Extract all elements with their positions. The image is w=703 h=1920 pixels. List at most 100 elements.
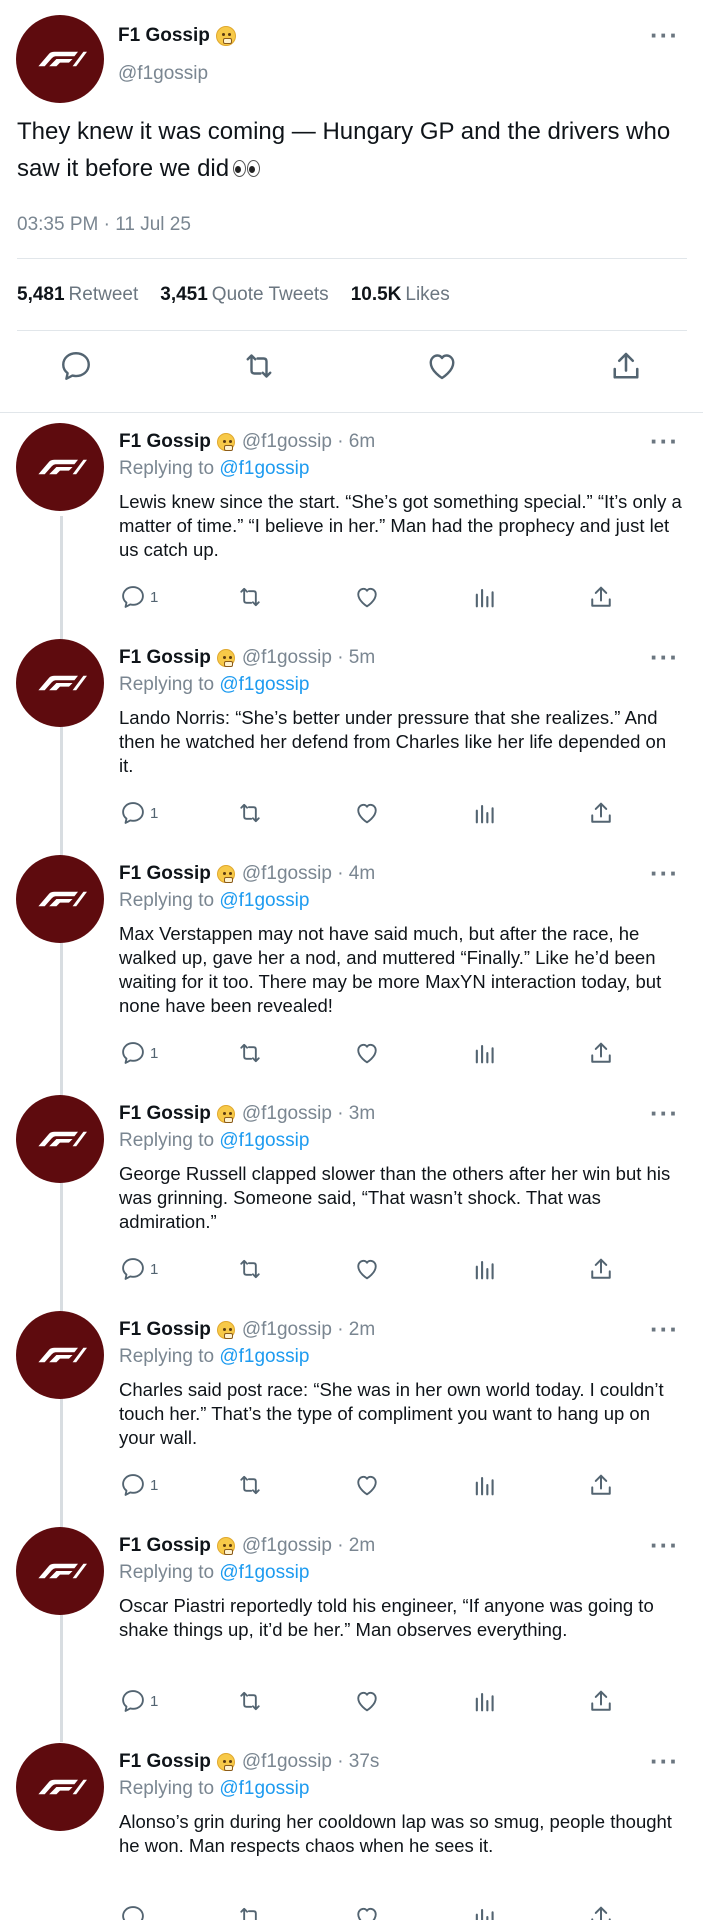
analytics-button[interactable] [471,1902,499,1920]
quote-tweets-stat[interactable]: 3,451 Quote Tweets [160,284,328,306]
more-options-icon[interactable]: ··· [650,1532,679,1558]
author-name[interactable]: F1 Gossip [119,1535,211,1557]
more-options-icon[interactable]: ··· [650,428,679,454]
avatar[interactable] [16,1311,104,1399]
like-button[interactable] [353,1902,381,1920]
retweet-icon [236,1039,264,1067]
share-button[interactable] [587,1686,615,1716]
author-handle-time[interactable]: @f1gossip · 2m [242,1535,375,1557]
analytics-button[interactable] [471,1686,499,1716]
retweet-button[interactable] [236,582,264,612]
like-icon[interactable] [424,348,460,384]
avatar[interactable] [16,1095,104,1183]
like-button[interactable] [353,582,381,612]
avatar[interactable] [16,1527,104,1615]
share-button[interactable] [587,1902,615,1920]
share-button[interactable] [587,1254,615,1284]
reply-actions: 1 [0,1038,703,1068]
analytics-button[interactable] [471,1254,499,1284]
avatar[interactable] [16,15,104,103]
replying-to-link[interactable]: @f1gossip [219,1346,309,1367]
analytics-button[interactable] [471,1470,499,1500]
replying-to-link[interactable]: @f1gossip [219,1130,309,1151]
reply-button[interactable]: 1 [119,1038,158,1068]
reply-button[interactable]: 1 [119,582,158,612]
author-handle-time[interactable]: @f1gossip · 6m [242,431,375,453]
tweet-text: They knew it was coming — Hungary GP and… [17,113,687,188]
avatar[interactable] [16,423,104,511]
like-button[interactable] [353,1038,381,1068]
retweet-icon[interactable] [241,348,277,384]
share-icon [587,1255,615,1283]
author-name[interactable]: F1 Gossip [119,863,211,885]
author-handle-time[interactable]: @f1gossip · 5m [242,647,375,669]
retweet-icon [236,799,264,827]
retweet-button[interactable] [236,1470,264,1500]
like-icon [353,1471,381,1499]
replying-to-link[interactable]: @f1gossip [219,458,309,479]
more-options-icon[interactable]: ··· [650,1100,679,1126]
reply-actions: 1 [0,582,703,612]
more-options-icon[interactable]: ··· [650,860,679,886]
shushing-face-emoji-icon [216,433,235,451]
f1-logo-icon [33,458,87,476]
reply-header: F1 Gossip @f1gossip · 2m [119,1319,375,1341]
likes-stat[interactable]: 10.5K Likes [351,284,450,306]
analytics-button[interactable] [471,582,499,612]
replying-label: Replying to [119,1778,215,1799]
shushing-face-emoji-icon [216,649,235,667]
author-handle-time[interactable]: @f1gossip · 37s [242,1751,380,1773]
retweet-button[interactable] [236,1038,264,1068]
author-name[interactable]: F1 Gossip [119,1319,211,1341]
more-options-icon[interactable]: ··· [650,22,679,48]
author-name[interactable]: F1 Gossip [118,25,210,47]
retweets-stat[interactable]: 5,481 Retweet [17,284,138,306]
share-button[interactable] [587,1470,615,1500]
reply-count: 1 [150,804,159,822]
share-icon[interactable] [608,348,644,384]
author-handle-time[interactable]: @f1gossip · 3m [242,1103,375,1125]
replying-to-link[interactable]: @f1gossip [219,1778,309,1799]
replying-to: Replying to @f1gossip [119,1562,309,1584]
author-name[interactable]: F1 Gossip [119,431,211,453]
replying-to-link[interactable]: @f1gossip [219,890,309,911]
author-handle-time[interactable]: @f1gossip · 4m [242,863,375,885]
reply-button[interactable]: 1 [119,798,158,828]
avatar[interactable] [16,639,104,727]
more-options-icon[interactable]: ··· [650,1748,679,1774]
like-button[interactable] [353,1470,381,1500]
like-button[interactable] [353,1686,381,1716]
analytics-button[interactable] [471,798,499,828]
like-button[interactable] [353,798,381,828]
retweet-button[interactable] [236,1902,264,1920]
reply-button[interactable]: 1 [119,1470,158,1500]
author-name[interactable]: F1 Gossip [119,1751,211,1773]
replying-to-link[interactable]: @f1gossip [219,674,309,695]
share-button[interactable] [587,798,615,828]
avatar[interactable] [16,1743,104,1831]
reply-icon[interactable] [58,348,94,384]
reply-button[interactable]: 1 [119,1254,158,1284]
like-button[interactable] [353,1254,381,1284]
share-button[interactable] [587,582,615,612]
more-options-icon[interactable]: ··· [650,644,679,670]
tweet-timestamp[interactable]: 03:35 PM · 11 Jul 25 [17,214,191,236]
reply-header: F1 Gossip @f1gossip · 5m [119,647,375,669]
more-options-icon[interactable]: ··· [650,1316,679,1342]
reply-actions: 1 [0,1254,703,1284]
retweet-button[interactable] [236,1686,264,1716]
avatar[interactable] [16,855,104,943]
retweet-button[interactable] [236,1254,264,1284]
analytics-button[interactable] [471,1038,499,1068]
reply-actions: 1 [0,1470,703,1500]
author-handle-time[interactable]: @f1gossip · 2m [242,1319,375,1341]
reply-header: F1 Gossip @f1gossip · 2m [119,1535,375,1557]
reply-button[interactable]: 1 [119,1686,158,1716]
retweet-button[interactable] [236,798,264,828]
author-handle[interactable]: @f1gossip [118,63,208,85]
author-name[interactable]: F1 Gossip [119,647,211,669]
reply-button[interactable] [119,1902,150,1920]
author-name[interactable]: F1 Gossip [119,1103,211,1125]
replying-to-link[interactable]: @f1gossip [219,1562,309,1583]
share-button[interactable] [587,1038,615,1068]
